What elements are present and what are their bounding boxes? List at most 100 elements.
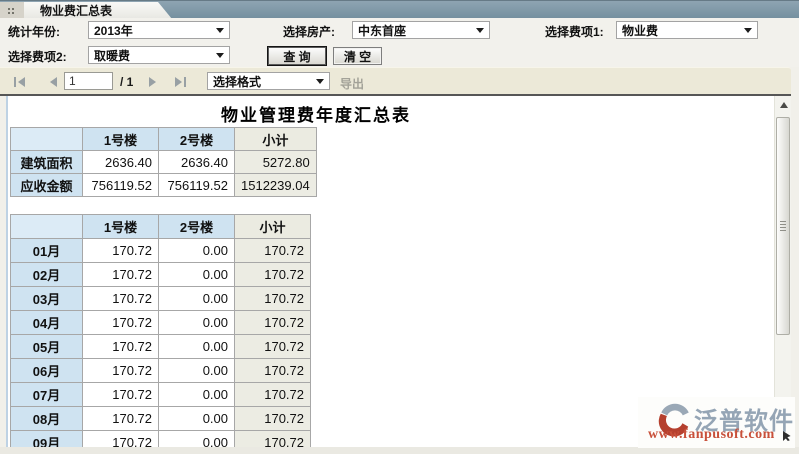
table-row: 建筑面积2636.402636.405272.80 <box>11 151 317 174</box>
table-row: 07月170.720.00170.72 <box>11 383 311 407</box>
chevron-down-icon <box>476 28 484 33</box>
data-cell: 170.72 <box>235 239 311 263</box>
row-label-cell: 08月 <box>11 407 83 431</box>
table-row: 02月170.720.00170.72 <box>11 263 311 287</box>
table-row: 03月170.720.00170.72 <box>11 287 311 311</box>
data-cell: 170.72 <box>83 311 159 335</box>
tab-label: 物业费汇总表 <box>40 2 112 19</box>
tab-property-fee-summary[interactable]: 物业费汇总表 <box>24 2 172 19</box>
report-viewer: 物业管理费年度汇总表 1号楼2号楼小计建筑面积2636.402636.40527… <box>6 96 774 447</box>
data-cell: 0.00 <box>159 431 235 448</box>
data-cell: 170.72 <box>235 263 311 287</box>
header-row: 1号楼2号楼小计 <box>11 128 317 151</box>
row-label-cell: 02月 <box>11 263 83 287</box>
page-total-label: / 1 <box>120 75 133 89</box>
report-toolbar: / 1 选择格式 导出 <box>0 67 791 96</box>
chevron-down-icon <box>744 28 752 33</box>
row-label-cell: 应收金额 <box>11 174 83 197</box>
fee1-label: 选择费项1: <box>545 23 604 40</box>
column-header: 2号楼 <box>159 215 235 239</box>
row-label-cell: 07月 <box>11 383 83 407</box>
fee2-label: 选择费项2: <box>8 48 67 65</box>
year-select[interactable]: 2013年 <box>88 21 230 39</box>
drag-handle-icon[interactable] <box>0 2 24 19</box>
fee1-value: 物业费 <box>622 22 658 39</box>
data-cell: 170.72 <box>83 431 159 448</box>
property-value: 中东首座 <box>358 22 406 39</box>
data-cell: 0.00 <box>159 263 235 287</box>
brand-url: www.fanpusoft.com <box>648 427 775 443</box>
data-cell: 0.00 <box>159 239 235 263</box>
table-row: 08月170.720.00170.72 <box>11 407 311 431</box>
row-label-cell: 05月 <box>11 335 83 359</box>
corner-cell <box>11 128 83 151</box>
data-cell: 170.72 <box>83 407 159 431</box>
table-row: 04月170.720.00170.72 <box>11 311 311 335</box>
data-cell: 0.00 <box>159 311 235 335</box>
column-header: 1号楼 <box>83 128 159 151</box>
fee1-select[interactable]: 物业费 <box>616 21 758 39</box>
data-cell: 5272.80 <box>235 151 317 174</box>
row-label-cell: 06月 <box>11 359 83 383</box>
corner-cell <box>11 215 83 239</box>
chevron-down-icon <box>316 79 324 84</box>
data-cell: 170.72 <box>235 287 311 311</box>
data-cell: 170.72 <box>235 431 311 448</box>
data-cell: 170.72 <box>83 383 159 407</box>
data-cell: 0.00 <box>159 287 235 311</box>
data-cell: 170.72 <box>83 359 159 383</box>
fee2-value: 取暖费 <box>94 47 130 64</box>
data-cell: 170.72 <box>235 407 311 431</box>
chevron-down-icon <box>216 28 224 33</box>
first-page-button[interactable] <box>13 76 27 88</box>
row-label-cell: 03月 <box>11 287 83 311</box>
year-value: 2013年 <box>94 22 133 39</box>
property-label: 选择房产: <box>283 23 335 40</box>
table-row: 09月170.720.00170.72 <box>11 431 311 448</box>
data-cell: 170.72 <box>235 359 311 383</box>
summary-table: 1号楼2号楼小计建筑面积2636.402636.405272.80应收金额756… <box>10 127 317 197</box>
arrow-up-icon <box>780 102 788 108</box>
column-header: 1号楼 <box>83 215 159 239</box>
row-label-cell: 04月 <box>11 311 83 335</box>
next-page-button[interactable] <box>146 76 160 88</box>
row-label-cell: 01月 <box>11 239 83 263</box>
header-row: 1号楼2号楼小计 <box>11 215 311 239</box>
last-page-button[interactable] <box>173 76 187 88</box>
data-cell: 2636.40 <box>83 151 159 174</box>
table-row: 05月170.720.00170.72 <box>11 335 311 359</box>
column-header: 小计 <box>235 128 317 151</box>
column-header: 小计 <box>235 215 311 239</box>
chevron-down-icon <box>216 53 224 58</box>
data-cell: 170.72 <box>83 263 159 287</box>
report-title: 物业管理费年度汇总表 <box>8 101 624 126</box>
data-cell: 0.00 <box>159 383 235 407</box>
scroll-up-button[interactable] <box>775 97 792 112</box>
data-cell: 756119.52 <box>83 174 159 197</box>
row-label-cell: 建筑面积 <box>11 151 83 174</box>
prev-page-button[interactable] <box>46 76 60 88</box>
data-cell: 170.72 <box>83 335 159 359</box>
data-cell: 170.72 <box>83 239 159 263</box>
page-number-input[interactable] <box>64 72 113 90</box>
data-cell: 0.00 <box>159 335 235 359</box>
export-format-select[interactable]: 选择格式 <box>207 72 330 90</box>
table-row: 应收金额756119.52756119.521512239.04 <box>11 174 317 197</box>
scrollbar-thumb[interactable] <box>776 117 790 335</box>
query-button[interactable]: 查 询 <box>267 46 327 66</box>
format-value: 选择格式 <box>213 73 261 90</box>
data-cell: 170.72 <box>83 287 159 311</box>
data-cell: 756119.52 <box>159 174 235 197</box>
data-cell: 170.72 <box>235 383 311 407</box>
window-bottom-edge <box>0 447 799 454</box>
data-cell: 0.00 <box>159 359 235 383</box>
fee2-select[interactable]: 取暖费 <box>88 46 230 64</box>
data-cell: 1512239.04 <box>235 174 317 197</box>
filter-panel: 统计年份: 2013年 选择房产: 中东首座 选择费项1: 物业费 选择费项2:… <box>0 18 799 67</box>
property-select[interactable]: 中东首座 <box>352 21 490 39</box>
export-link[interactable]: 导出 <box>340 75 364 92</box>
tab-bar: 物业费汇总表 <box>0 0 799 18</box>
table-row: 06月170.720.00170.72 <box>11 359 311 383</box>
clear-button[interactable]: 清 空 <box>333 47 382 65</box>
data-cell: 170.72 <box>235 311 311 335</box>
